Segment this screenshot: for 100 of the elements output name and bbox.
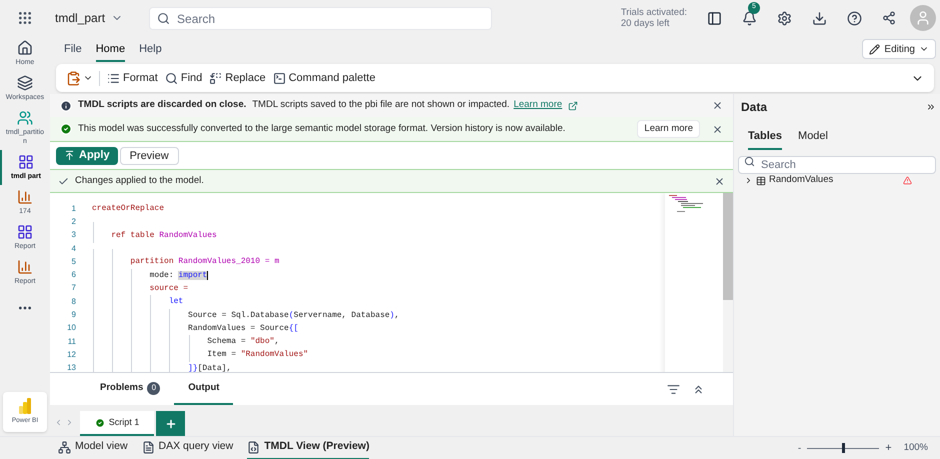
success-icon: [94, 418, 105, 428]
panel-tab[interactable]: Tables: [748, 128, 782, 150]
view-tab[interactable]: DAX query view: [142, 436, 234, 459]
line-number: 13: [66, 363, 77, 372]
code-line: createOrReplace: [92, 203, 164, 216]
line-number: 10: [66, 323, 77, 334]
line-number: 9: [70, 310, 77, 320]
line-number: 7: [70, 283, 77, 294]
search-field[interactable]: Search: [149, 7, 492, 30]
close-icon[interactable]: [712, 100, 723, 111]
code-line: partition RandomValues_2010 = m: [129, 256, 280, 268]
line-number: 2: [70, 216, 77, 227]
panel-icon[interactable]: [707, 10, 722, 26]
code-line: Source = Sql.Database(Servername, Database),: [187, 310, 400, 322]
check-icon: [58, 176, 69, 186]
banner-text: TMDL scripts saved to the pbi file are not shown or impacted.: [252, 98, 510, 112]
zoom-in-button[interactable]: +: [885, 440, 892, 456]
code-line: Item = "RandomValues": [206, 349, 308, 362]
line-number: 8: [70, 296, 77, 307]
editing-button[interactable]: Editing: [862, 39, 936, 59]
panel-tab[interactable]: Model: [798, 128, 828, 150]
code-file-icon: [247, 440, 260, 454]
search-icon: [164, 72, 178, 84]
menu-tab[interactable]: Help: [139, 40, 162, 62]
bar-chart-icon: [17, 189, 33, 205]
menu-tab[interactable]: File: [64, 40, 82, 62]
power-bi-logo: [18, 398, 32, 414]
external-link-icon: [568, 100, 578, 110]
toolbar-button[interactable]: Replace: [209, 70, 266, 86]
code-line: mode: import: [148, 270, 208, 282]
line-number: 1: [70, 204, 77, 214]
person-icon: [915, 10, 931, 26]
notifications-icon[interactable]: [742, 10, 757, 26]
settings-icon[interactable]: [777, 10, 792, 26]
panel-title: Data: [741, 99, 768, 116]
apply-button[interactable]: Apply: [56, 146, 118, 164]
code-line: ref table RandomValues: [110, 230, 217, 242]
code-line: source =: [148, 282, 188, 295]
zoom-level: 100%: [904, 440, 928, 455]
banner-text: Changes applied to the model.: [75, 174, 204, 188]
trial-status: Trials activated:: [620, 7, 687, 18]
info-icon: [60, 100, 72, 112]
code-line: ]}[Data],: [187, 362, 232, 372]
zoom-out-button[interactable]: -: [798, 440, 802, 456]
success-icon: [60, 123, 72, 135]
line-number: 12: [66, 350, 77, 360]
learn-more-link[interactable]: Learn more: [514, 98, 562, 113]
replace-icon: [209, 72, 222, 84]
terminal-icon: [272, 72, 286, 84]
trial-status: 20 days left: [620, 18, 670, 29]
people-icon: [17, 110, 33, 126]
layers-icon: [17, 75, 33, 91]
line-number: 11: [66, 336, 77, 347]
home-icon: [17, 40, 33, 56]
code-line: Schema = "dbo",: [206, 336, 280, 348]
table-icon: [756, 176, 766, 186]
scrollbar-thumb[interactable]: [723, 193, 733, 300]
toolbar-button[interactable]: Format: [107, 70, 158, 86]
search-icon: [744, 156, 755, 166]
menu-tab[interactable]: Home: [96, 40, 126, 62]
search-field[interactable]: Search: [738, 156, 936, 174]
pencil-icon: [869, 44, 880, 54]
plus-icon: [164, 418, 176, 430]
code-line: let: [168, 296, 184, 308]
toolbar-button[interactable]: Find: [164, 70, 202, 86]
close-icon[interactable]: [714, 176, 725, 186]
panel-tab[interactable]: Problems 0: [86, 373, 174, 405]
preview-button[interactable]: Preview: [120, 146, 179, 164]
zoom-slider[interactable]: [807, 443, 880, 453]
line-number: 3: [70, 230, 77, 240]
panel-tab[interactable]: Output: [174, 373, 234, 405]
view-tab[interactable]: TMDL View (Preview): [247, 436, 370, 459]
grid-icon: [17, 224, 33, 240]
count-badge: 0: [147, 382, 160, 394]
script-tab[interactable]: Script 1: [80, 411, 154, 436]
line-number: 5: [70, 256, 77, 267]
line-number: 4: [70, 244, 77, 254]
slider-thumb[interactable]: [842, 443, 845, 453]
upload-icon: [64, 150, 75, 161]
line-number: 6: [70, 270, 77, 280]
paste-button[interactable]: [66, 70, 100, 86]
expand-icon[interactable]: [744, 176, 753, 185]
document-icon: [142, 440, 155, 454]
toolbar-button[interactable]: Command palette: [272, 70, 376, 86]
banner-text: This model was successfully converted to the large semantic model storage format. Version history is now available.: [78, 122, 566, 136]
table-item[interactable]: RandomValues: [769, 173, 834, 188]
search-icon: [157, 12, 170, 24]
banner-title: TMDL scripts are discarded on close.: [78, 98, 246, 112]
view-tab[interactable]: Model view: [58, 436, 128, 459]
learn-more-button[interactable]: Learn more: [637, 120, 700, 138]
share-icon[interactable]: [882, 11, 896, 25]
app-launcher-icon[interactable]: [17, 10, 33, 26]
grid-icon: [18, 154, 34, 170]
diagram-icon: [58, 440, 71, 454]
download-icon[interactable]: [812, 10, 827, 26]
close-icon[interactable]: [712, 124, 723, 134]
add-script-button[interactable]: [156, 411, 185, 436]
workspace-selector[interactable]: tmdl_part: [55, 9, 124, 27]
collapse-panel-icon[interactable]: [926, 102, 936, 112]
help-icon[interactable]: [847, 10, 862, 26]
